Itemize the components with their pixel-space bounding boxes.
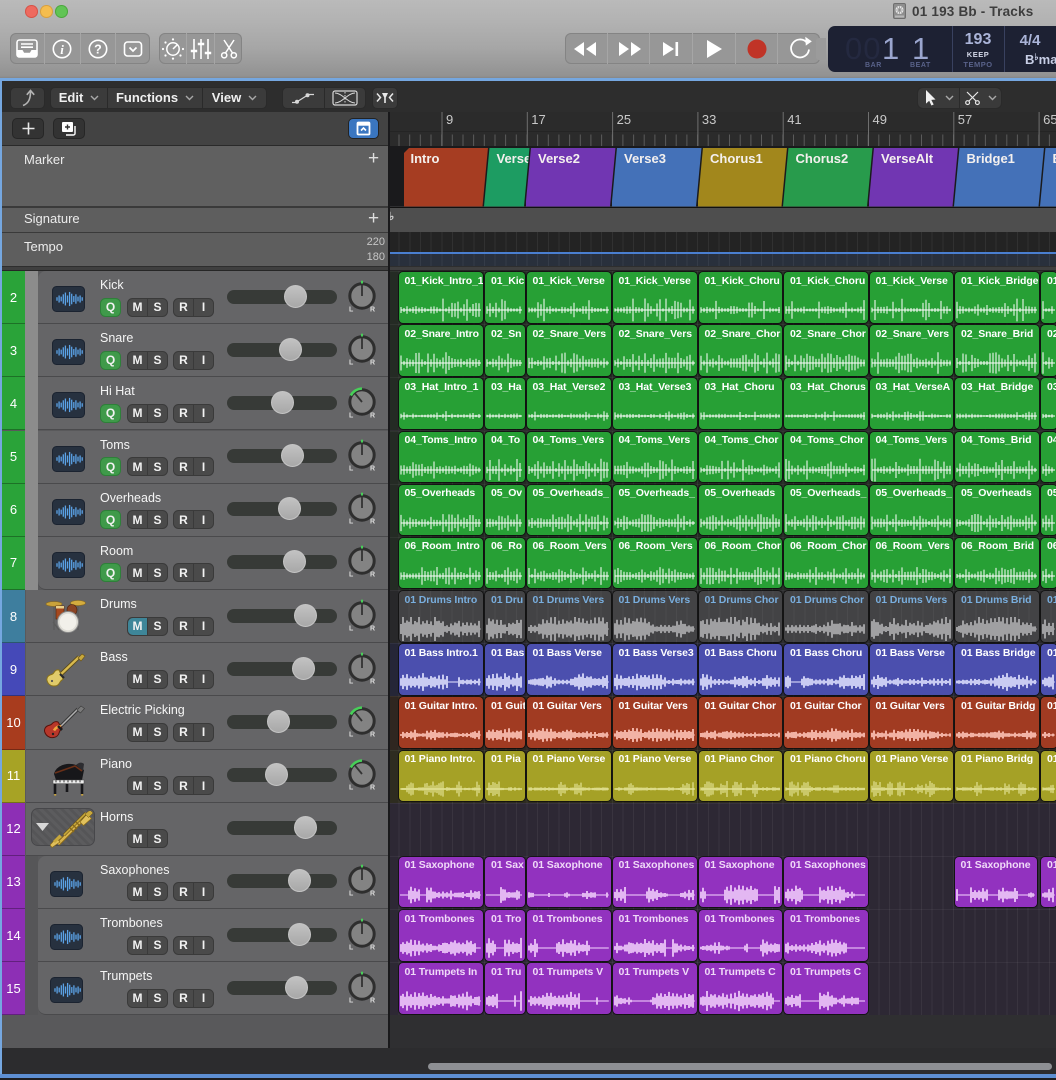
svg-text:R: R bbox=[370, 678, 375, 685]
svg-text:L: L bbox=[349, 412, 354, 419]
svg-text:L: L bbox=[349, 678, 354, 685]
svg-text:L: L bbox=[349, 625, 354, 632]
svg-text:R: R bbox=[370, 891, 375, 898]
svg-text:R: R bbox=[370, 944, 375, 951]
svg-text:R: R bbox=[370, 466, 375, 473]
svg-text:i: i bbox=[61, 42, 65, 57]
svg-text:R: R bbox=[370, 731, 375, 738]
svg-text:L: L bbox=[349, 731, 354, 738]
svg-text:L: L bbox=[349, 891, 354, 898]
svg-text:L: L bbox=[349, 572, 354, 579]
svg-text:R: R bbox=[370, 359, 375, 366]
svg-text:L: L bbox=[349, 785, 354, 792]
svg-text:L: L bbox=[349, 997, 354, 1004]
svg-text:L: L bbox=[349, 944, 354, 951]
svg-text:L: L bbox=[349, 359, 354, 366]
svg-text:R: R bbox=[370, 625, 375, 632]
svg-text:R: R bbox=[370, 519, 375, 526]
svg-text:L: L bbox=[349, 306, 354, 313]
svg-text:R: R bbox=[370, 412, 375, 419]
svg-text:?: ? bbox=[94, 42, 102, 56]
svg-text:L: L bbox=[349, 466, 354, 473]
svg-text:L: L bbox=[349, 519, 354, 526]
svg-text:R: R bbox=[370, 997, 375, 1004]
svg-text:R: R bbox=[370, 785, 375, 792]
svg-text:R: R bbox=[370, 306, 375, 313]
svg-text:R: R bbox=[370, 572, 375, 579]
